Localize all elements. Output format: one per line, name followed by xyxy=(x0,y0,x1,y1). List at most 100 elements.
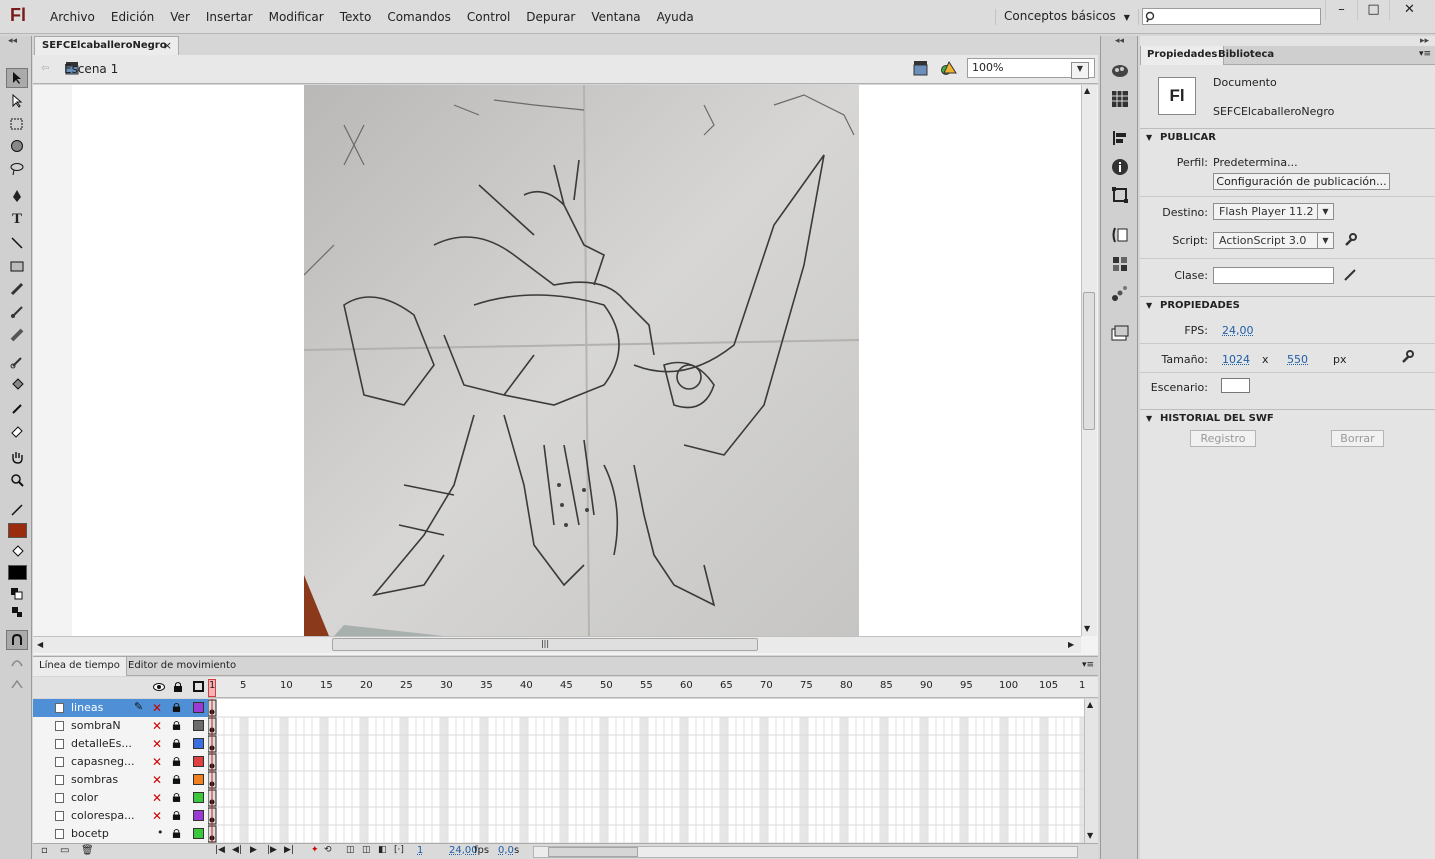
timeline-vertical-scrollbar[interactable]: ▲ ▼ xyxy=(1084,699,1098,843)
frame-ruler[interactable]: 1 5 10 15 20 25 30 35 40 45 50 55 60 65 … xyxy=(208,677,1098,698)
menu-texto[interactable]: Texto xyxy=(332,10,380,24)
hidden-x-icon[interactable]: ✕ xyxy=(152,773,162,787)
text-tool[interactable]: T xyxy=(6,209,28,229)
tab-library[interactable]: Biblioteca xyxy=(1212,46,1280,65)
components-icon[interactable] xyxy=(1111,255,1129,273)
help-search-input[interactable] xyxy=(1142,8,1321,25)
document-tab[interactable]: SEFCElcaballeroNegro × xyxy=(34,36,179,55)
swap-colors-button[interactable] xyxy=(6,602,28,622)
new-folder-icon[interactable]: ▭ xyxy=(60,845,69,856)
current-frame[interactable]: 1 xyxy=(417,845,423,856)
layer-name[interactable]: detalleEs... xyxy=(71,737,132,750)
workspace-switcher[interactable]: Conceptos básicos ▼ xyxy=(995,9,1139,25)
section-properties[interactable]: ▼ PROPIEDADES xyxy=(1140,296,1435,314)
frame-grid[interactable] xyxy=(208,699,1084,843)
eyedropper-tool[interactable] xyxy=(6,398,28,418)
onion-skin-icon[interactable]: ◫ xyxy=(346,845,355,855)
zoom-tool[interactable] xyxy=(6,470,28,490)
stage-horizontal-scroll-thumb[interactable]: ||| xyxy=(332,638,758,651)
lock-icon[interactable] xyxy=(172,792,181,802)
section-publish[interactable]: ▼ PUBLICAR xyxy=(1140,128,1435,146)
layer-outline-swatch[interactable] xyxy=(193,756,204,767)
stage-vertical-scroll-thumb[interactable] xyxy=(1083,292,1095,430)
close-icon[interactable]: × xyxy=(163,39,172,52)
hand-tool[interactable] xyxy=(6,447,28,467)
line-tool[interactable] xyxy=(6,233,28,253)
eraser-tool[interactable] xyxy=(6,421,28,441)
layer-outline-swatch[interactable] xyxy=(193,792,204,803)
section-swf-history[interactable]: ▼ HISTORIAL DEL SWF xyxy=(1140,409,1435,427)
layer-name[interactable]: sombraN xyxy=(71,719,121,732)
step-back-icon[interactable]: ◀| xyxy=(232,845,242,855)
stage-color-swatch[interactable] xyxy=(1221,378,1250,393)
close-window-button[interactable]: ✕ xyxy=(1389,0,1429,20)
motion-presets-icon[interactable] xyxy=(1111,284,1129,302)
hidden-x-icon[interactable]: ✕ xyxy=(152,701,162,715)
lasso-tool[interactable] xyxy=(6,159,28,179)
hidden-x-icon[interactable]: ✕ xyxy=(152,809,162,823)
target-select[interactable]: Flash Player 11.2 ▼ xyxy=(1213,203,1334,220)
stroke-color-swatch[interactable] xyxy=(6,520,28,540)
elapsed-time[interactable]: 0,0 xyxy=(498,845,514,856)
modify-markers-icon[interactable]: [·] xyxy=(394,845,404,855)
tab-motion-editor[interactable]: Editor de movimiento xyxy=(122,657,242,676)
edit-multiple-frames-icon[interactable]: ◧ xyxy=(378,845,387,855)
hidden-x-icon[interactable]: ✕ xyxy=(152,719,162,733)
timeline-horizontal-scrollbar[interactable] xyxy=(533,846,1078,858)
width-value[interactable]: 1024 xyxy=(1222,353,1250,366)
outline-icon[interactable] xyxy=(193,681,204,692)
maximize-button[interactable]: □ xyxy=(1357,0,1389,20)
3d-rotation-tool[interactable] xyxy=(6,136,28,156)
paint-bucket-tool[interactable] xyxy=(6,375,28,395)
menu-archivo[interactable]: Archivo xyxy=(42,10,103,24)
layer-name[interactable]: capasneg... xyxy=(71,755,134,768)
panel-menu-icon[interactable]: ▾≡ xyxy=(1419,49,1431,59)
layer-outline-swatch[interactable] xyxy=(193,810,204,821)
layer-row[interactable]: colorespa... ✕ xyxy=(33,807,208,825)
minimize-button[interactable]: – xyxy=(1325,0,1357,20)
delete-layer-icon[interactable]: 🗑 xyxy=(81,845,94,856)
actions-icon[interactable] xyxy=(1111,226,1129,244)
play-icon[interactable]: ▶ xyxy=(250,845,257,855)
lock-icon[interactable] xyxy=(172,828,181,838)
lock-icon[interactable] xyxy=(172,810,181,820)
scroll-up-icon[interactable]: ▲ xyxy=(1087,700,1093,709)
lock-icon[interactable] xyxy=(172,702,181,712)
layer-row[interactable]: sombraN ✕ xyxy=(33,717,208,735)
scroll-right-icon[interactable]: ▶ xyxy=(1068,640,1074,649)
hidden-x-icon[interactable]: ✕ xyxy=(152,737,162,751)
eye-icon[interactable] xyxy=(153,682,165,692)
swatches-icon[interactable] xyxy=(1111,90,1129,108)
layer-outline-swatch[interactable] xyxy=(193,828,204,839)
scroll-down-icon[interactable]: ▼ xyxy=(1084,624,1090,633)
lock-icon[interactable] xyxy=(172,774,181,784)
menu-edicion[interactable]: Edición xyxy=(103,10,162,24)
scroll-up-icon[interactable]: ▲ xyxy=(1084,86,1090,95)
scroll-down-icon[interactable]: ▼ xyxy=(1087,831,1093,840)
pencil-tool[interactable] xyxy=(6,279,28,299)
menu-insertar[interactable]: Insertar xyxy=(198,10,261,24)
timeline-scroll-thumb[interactable] xyxy=(548,847,638,857)
center-frame-icon[interactable]: ✦ xyxy=(311,845,319,855)
lock-icon[interactable] xyxy=(173,681,183,692)
tab-timeline[interactable]: Línea de tiempo xyxy=(33,657,127,676)
zoom-select[interactable]: 100% ▼ xyxy=(967,58,1095,79)
layer-name[interactable]: sombras xyxy=(71,773,118,786)
smooth-button[interactable] xyxy=(6,653,28,673)
layer-name[interactable]: lineas xyxy=(71,701,103,714)
info-icon[interactable] xyxy=(1111,158,1129,176)
menu-ventana[interactable]: Ventana xyxy=(583,10,648,24)
bone-tool[interactable] xyxy=(6,352,28,372)
layer-row[interactable]: bocetp • xyxy=(33,825,208,843)
stage-sketch-image[interactable] xyxy=(304,85,859,636)
menu-ayuda[interactable]: Ayuda xyxy=(649,10,702,24)
hidden-x-icon[interactable]: ✕ xyxy=(152,755,162,769)
free-transform-tool[interactable] xyxy=(6,114,28,134)
scroll-left-icon[interactable]: ◀ xyxy=(37,640,43,649)
layer-row[interactable]: lineas ✎ ✕ xyxy=(33,699,208,717)
black-white-button[interactable] xyxy=(6,584,28,604)
collapse-arrows-icon[interactable]: ◂◂ xyxy=(1115,36,1124,46)
menu-control[interactable]: Control xyxy=(459,10,518,24)
class-input[interactable] xyxy=(1213,267,1334,284)
menu-depurar[interactable]: Depurar xyxy=(518,10,583,24)
